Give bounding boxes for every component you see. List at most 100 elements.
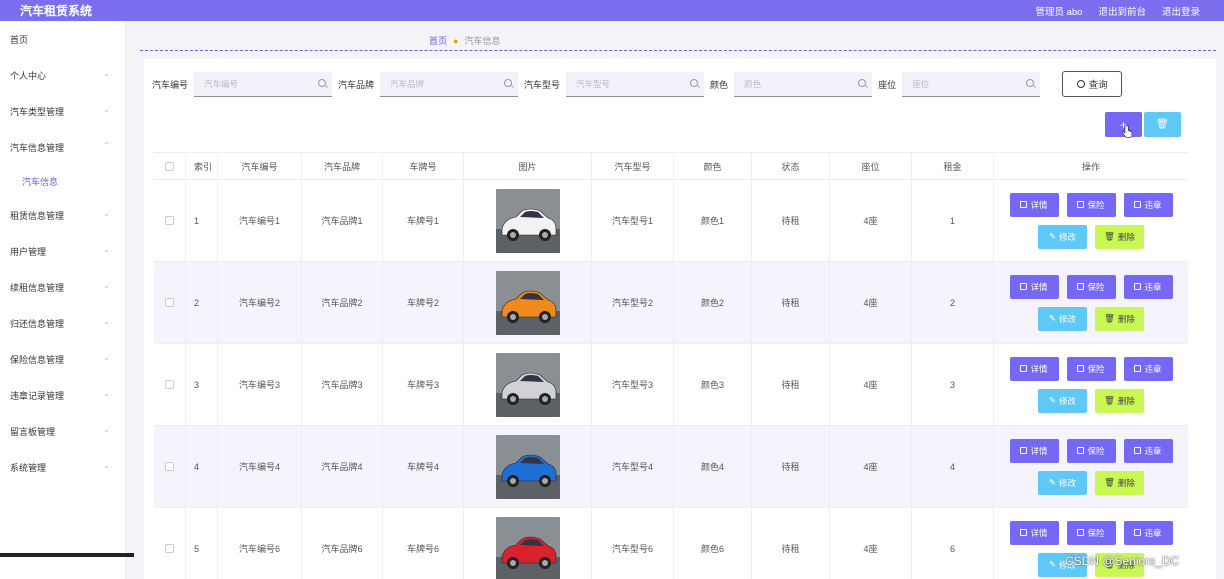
detail-button[interactable]: 详情 [1009, 520, 1059, 545]
search-label-4: 座位 [878, 79, 897, 90]
cell-index: 4 [186, 426, 218, 507]
sidebar-item-2[interactable]: 汽车类型管理 ⌄ [0, 93, 125, 129]
insurance-button[interactable]: 保险 [1066, 438, 1116, 463]
insurance-button[interactable]: 保险 [1066, 520, 1116, 545]
edit-button[interactable]: ✎ 修改 [1038, 224, 1087, 249]
sidebar-item-5[interactable]: 用户管理 ⌄ [0, 233, 125, 269]
sidebar-item-7[interactable]: 归还信息管理 ⌄ [0, 305, 125, 341]
cell-rent: 1 [912, 180, 994, 261]
edit-label: 修改 [1059, 313, 1077, 324]
cell-rent: 3 [912, 344, 994, 425]
cell-seat: 4座 [830, 262, 912, 343]
delete-button[interactable]: 🗑 删除 [1095, 470, 1144, 495]
cell-brand: 汽车品牌1 [302, 180, 383, 261]
trash-icon: 🗑 [1156, 119, 1169, 130]
back-to-front-link[interactable]: 退出到前台 [1098, 4, 1146, 18]
cell-plate: 车牌号2 [383, 262, 464, 343]
cell-model: 汽车型号1 [592, 180, 674, 261]
cell-status: 待租 [752, 344, 830, 425]
search-input-3[interactable]: 颜色 [734, 71, 873, 97]
sidebar-item-8[interactable]: 保险信息管理 ⌄ [0, 341, 125, 377]
sidebar-item-label: 汽车类型管理 [10, 106, 65, 117]
detail-button[interactable]: 详情 [1009, 438, 1059, 463]
car-photo [495, 516, 560, 579]
cell-image [464, 426, 592, 507]
doc-icon [1134, 201, 1142, 208]
sidebar-item-4[interactable]: 租赁信息管理 ⌄ [0, 197, 125, 233]
detail-label: 详情 [1030, 445, 1048, 456]
delete-button[interactable]: 🗑 删除 [1095, 224, 1144, 249]
edit-button[interactable]: ✎ 修改 [1038, 306, 1087, 331]
sidebar-item-9[interactable]: 违章记录管理 ⌄ [0, 377, 125, 413]
search-input-4[interactable]: 座位 [902, 71, 1041, 97]
select-all-checkbox[interactable] [165, 161, 174, 171]
search-input-0[interactable]: 汽车编号 [194, 71, 333, 97]
search-input-1[interactable]: 汽车品牌 [380, 71, 519, 97]
breadcrumb-home[interactable]: 首页 [429, 34, 447, 47]
sidebar-subitem-car-info[interactable]: 汽车信息 [0, 165, 125, 197]
detail-button[interactable]: 详情 [1009, 274, 1059, 299]
logout-link[interactable]: 退出登录 [1162, 4, 1200, 18]
insurance-label: 保险 [1087, 199, 1105, 210]
cell-plate: 车牌号1 [383, 180, 464, 261]
insurance-label: 保险 [1087, 527, 1105, 538]
delete-button[interactable]: 🗑 删除 [1095, 388, 1144, 413]
insurance-button[interactable]: 保险 [1066, 356, 1116, 381]
table-row: 3 汽车编号3 汽车品牌3 车牌号3 汽车型号3 颜色3 待租 4座 3 详情 保险 违章 ✎ 修改 🗑 删除 [154, 344, 1188, 426]
sidebar-item-10[interactable]: 留言板管理 ⌄ [0, 413, 125, 449]
cell-rent: 4 [912, 426, 994, 507]
search-placeholder: 汽车型号 [576, 78, 611, 89]
cell-color: 颜色1 [674, 180, 752, 261]
search-placeholder: 座位 [912, 78, 930, 89]
detail-button[interactable]: 详情 [1009, 192, 1059, 217]
cell-plate: 车牌号4 [383, 426, 464, 507]
trash-icon: 🗑 [1104, 395, 1115, 405]
edit-button[interactable]: ✎ 修改 [1038, 470, 1087, 495]
column-header: 租金 [912, 153, 994, 179]
batch-delete-button[interactable]: 🗑 [1144, 112, 1181, 137]
table-row: 5 汽车编号6 汽车品牌6 车牌号6 汽车型号6 颜色6 待租 4座 6 详情 保险 违章 ✎ 修改 🗑 删除 [154, 508, 1188, 579]
query-button[interactable]: 查询 [1062, 71, 1123, 97]
insurance-button[interactable]: 保险 [1066, 274, 1116, 299]
sidebar-item-3[interactable]: 汽车信息管理 ⌃ [0, 129, 125, 165]
sidebar-item-0[interactable]: 首页 [0, 21, 125, 57]
violation-button[interactable]: 违章 [1123, 520, 1173, 545]
edit-button[interactable]: ✎ 修改 [1038, 388, 1087, 413]
delete-button[interactable]: 🗑 删除 [1095, 306, 1144, 331]
search-icon [690, 78, 699, 87]
row-checkbox[interactable] [165, 216, 174, 225]
delete-label: 删除 [1117, 477, 1135, 488]
edit-icon: ✎ [1048, 395, 1057, 405]
violation-button[interactable]: 违章 [1123, 274, 1173, 299]
violation-button[interactable]: 违章 [1123, 356, 1173, 381]
admin-label: 管理员 abo [1035, 6, 1083, 18]
violation-button[interactable]: 违章 [1123, 438, 1173, 463]
row-checkbox[interactable] [165, 298, 174, 307]
row-checkbox[interactable] [165, 462, 174, 471]
cell-car-no: 汽车编号2 [218, 262, 302, 343]
cell-image [464, 344, 592, 425]
cell-image [464, 262, 592, 343]
detail-button[interactable]: 详情 [1009, 356, 1059, 381]
detail-label: 详情 [1030, 199, 1048, 210]
breadcrumb: 首页 ● 汽车信息 [429, 34, 500, 47]
insurance-button[interactable]: 保险 [1066, 192, 1116, 217]
sidebar-item-11[interactable]: 系统管理 ⌄ [0, 449, 125, 485]
sidebar-item-6[interactable]: 续租信息管理 ⌄ [0, 269, 125, 305]
sidebar-item-label: 违章记录管理 [10, 390, 65, 401]
table-row: 4 汽车编号4 汽车品牌4 车牌号4 汽车型号4 颜色4 待租 4座 4 详情 保险 违章 ✎ 修改 🗑 删除 [154, 426, 1188, 508]
sidebar-item-1[interactable]: 个人中心 ⌄ [0, 57, 125, 93]
cell-car-no: 汽车编号3 [218, 344, 302, 425]
cell-actions: 详情 保险 违章 ✎ 修改 🗑 删除 [994, 344, 1188, 425]
doc-icon [1020, 201, 1028, 208]
row-checkbox-cell [154, 180, 186, 261]
row-checkbox[interactable] [165, 544, 174, 553]
sidebar-scrollbar[interactable] [0, 553, 134, 557]
violation-button[interactable]: 违章 [1123, 192, 1173, 217]
search-input-2[interactable]: 汽车型号 [566, 71, 705, 97]
row-checkbox[interactable] [165, 380, 174, 389]
doc-icon [1077, 283, 1085, 290]
doc-icon [1077, 201, 1085, 208]
search-icon [504, 78, 513, 87]
car-photo [495, 352, 560, 417]
